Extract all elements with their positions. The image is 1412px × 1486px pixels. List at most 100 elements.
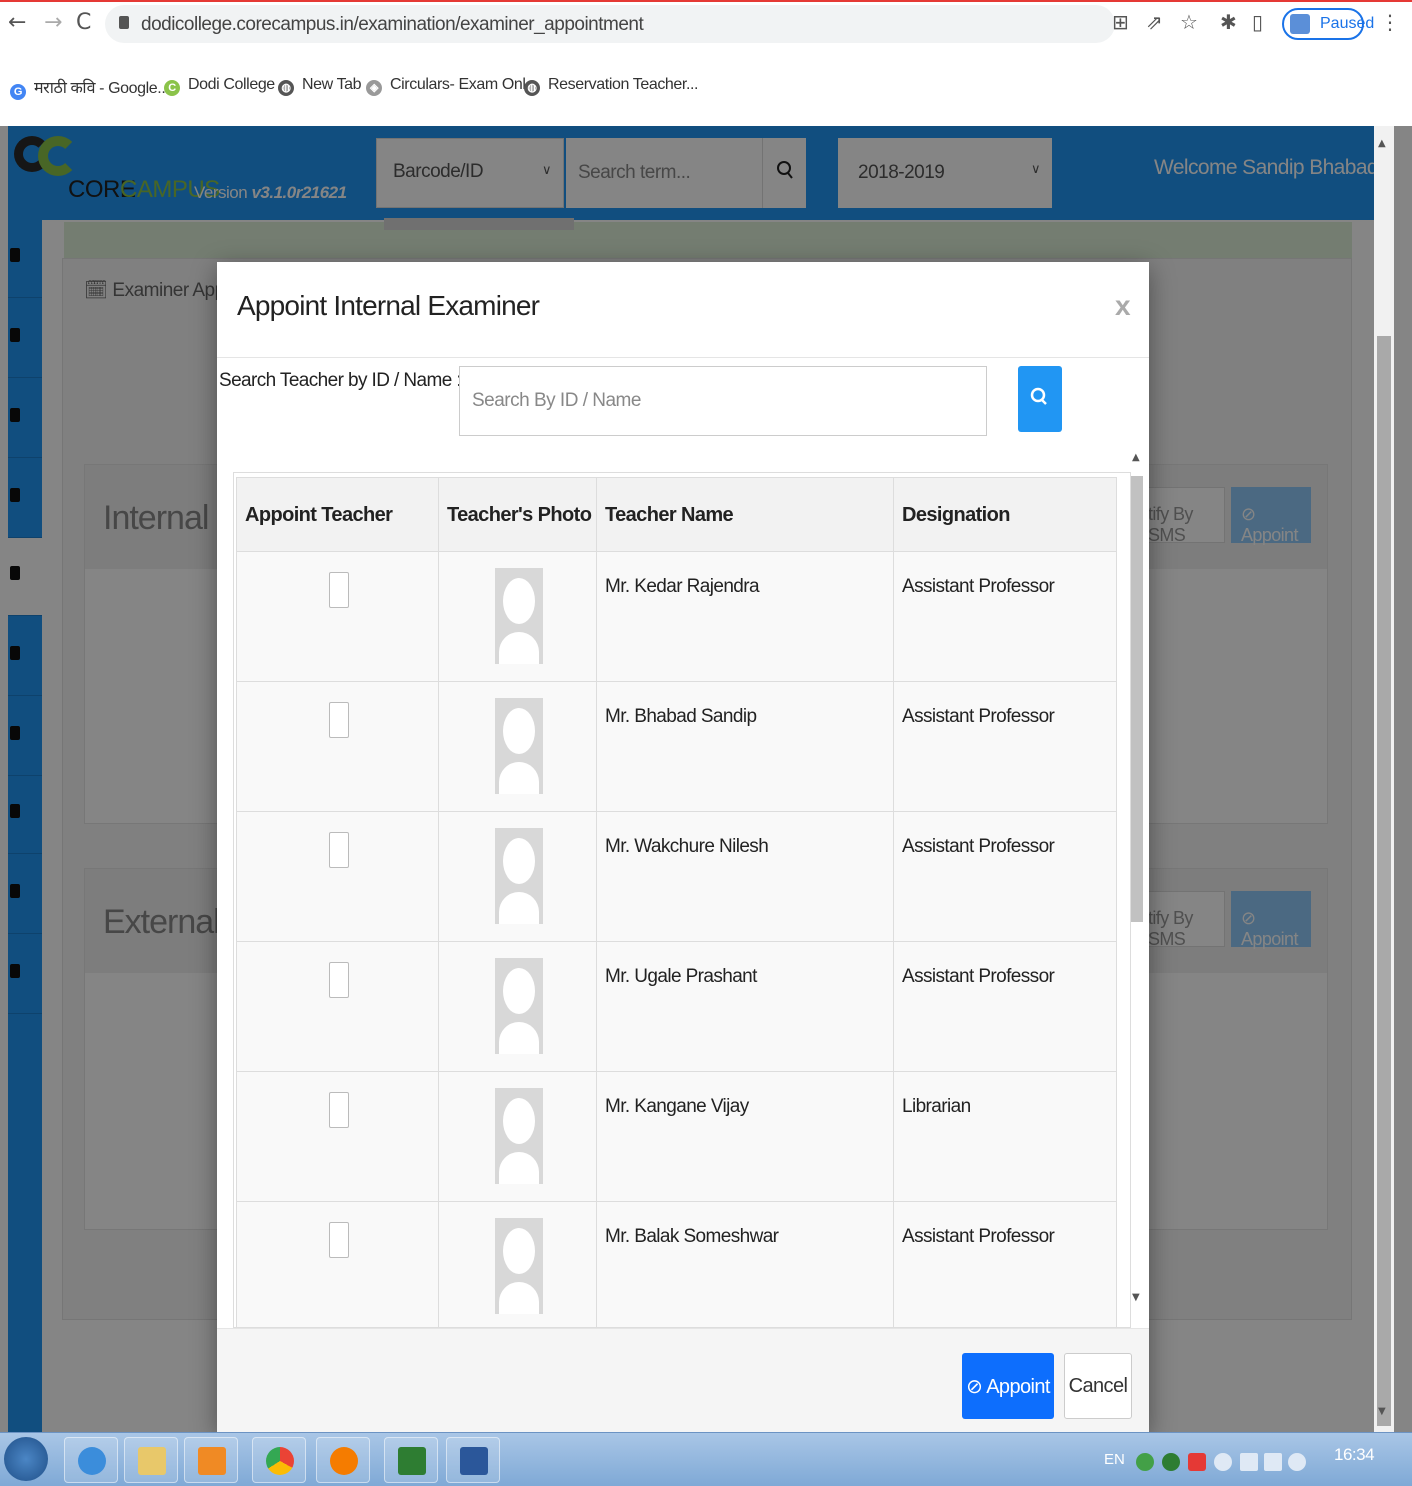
- bookmark-item[interactable]: C Dodi College: [164, 76, 275, 96]
- teacher-search-button[interactable]: [1018, 366, 1062, 432]
- close-icon[interactable]: x: [1115, 290, 1131, 322]
- back-icon[interactable]: ←: [8, 10, 26, 35]
- column-header: Designation: [893, 477, 1117, 552]
- appoint-cell: [236, 681, 439, 812]
- star-icon[interactable]: ☆: [1180, 10, 1198, 34]
- forward-icon[interactable]: →: [44, 10, 62, 35]
- teacher-photo: [495, 568, 543, 664]
- url-text: dodicollege.corecampus.in/examination/ex…: [141, 14, 644, 35]
- appoint-checkbox[interactable]: [329, 1092, 349, 1128]
- profile-paused-button[interactable]: Paused: [1282, 8, 1374, 40]
- photo-cell: [438, 1201, 597, 1327]
- globe-icon: ◍: [524, 80, 540, 96]
- modal-scroll-thumb[interactable]: [1131, 476, 1143, 922]
- taskbar-word[interactable]: [446, 1437, 500, 1483]
- appoint-cell: [236, 941, 439, 1072]
- table-row: Mr. Balak Someshwar Assistant Professor: [236, 1201, 1117, 1327]
- start-button[interactable]: [4, 1437, 48, 1481]
- appoint-button[interactable]: ⊘ Appoint: [962, 1353, 1054, 1419]
- appoint-checkbox[interactable]: [329, 572, 349, 608]
- taskbar-explorer[interactable]: [124, 1437, 178, 1483]
- language-indicator[interactable]: EN: [1104, 1451, 1125, 1468]
- teacher-search-input[interactable]: [459, 366, 987, 436]
- modal-footer: ⊘ Appoint Cancel: [217, 1328, 1149, 1432]
- teacher-table: Appoint Teacher Teacher's Photo Teacher …: [236, 477, 1117, 1327]
- modal-scrollbar[interactable]: ▲ ▼: [1129, 440, 1145, 1320]
- address-bar[interactable]: dodicollege.corecampus.in/examination/ex…: [105, 5, 1115, 43]
- table-header-row: Appoint Teacher Teacher's Photo Teacher …: [236, 477, 1117, 552]
- taskbar: EN 16:34: [0, 1432, 1412, 1486]
- extensions-icon[interactable]: ✱: [1220, 10, 1237, 34]
- scroll-up-icon[interactable]: ▲: [1378, 138, 1386, 149]
- page-scroll-thumb[interactable]: [1377, 336, 1391, 1426]
- teacher-designation: Assistant Professor: [893, 681, 1117, 812]
- clock[interactable]: 16:34: [1334, 1445, 1375, 1465]
- reload-icon[interactable]: C: [76, 10, 91, 35]
- scroll-down-icon[interactable]: ▼: [1132, 1292, 1140, 1303]
- appoint-checkbox[interactable]: [329, 1222, 349, 1258]
- table-row: Mr. Wakchure Nilesh Assistant Professor: [236, 811, 1117, 942]
- avatar: [1290, 14, 1310, 34]
- flag-icon[interactable]: [1240, 1453, 1258, 1471]
- chrome-icon: [266, 1447, 294, 1475]
- taskbar-chrome[interactable]: [252, 1437, 306, 1483]
- bookmark-item[interactable]: G मराठी कवि - Google...: [10, 76, 170, 100]
- teacher-designation: Assistant Professor: [893, 551, 1117, 682]
- media-player-icon: [198, 1447, 226, 1475]
- teacher-name: Mr. Balak Someshwar: [596, 1201, 894, 1327]
- tray-icon[interactable]: [1136, 1453, 1154, 1471]
- volume-icon[interactable]: [1288, 1453, 1306, 1471]
- ie-icon: [78, 1447, 106, 1475]
- teacher-name: Mr. Bhabad Sandip: [596, 681, 894, 812]
- appoint-checkbox[interactable]: [329, 702, 349, 738]
- translate-icon[interactable]: ⊞: [1112, 10, 1129, 34]
- appoint-cell: [236, 551, 439, 682]
- taskbar-firefox[interactable]: [316, 1437, 370, 1483]
- emblem-icon: ◈: [366, 80, 382, 96]
- bookmark-item[interactable]: ◍ New Tab: [278, 76, 362, 96]
- appoint-cell: [236, 811, 439, 942]
- word-icon: [460, 1447, 488, 1475]
- menu-icon[interactable]: ⋮: [1380, 10, 1400, 34]
- sidepanel-icon[interactable]: ▯: [1252, 10, 1263, 34]
- scroll-up-icon[interactable]: ▲: [1132, 452, 1140, 463]
- google-icon: G: [10, 84, 26, 100]
- column-header: Appoint Teacher: [236, 477, 439, 552]
- app-icon: [398, 1447, 426, 1475]
- teacher-photo: [495, 1218, 543, 1314]
- teacher-table-container: Appoint Teacher Teacher's Photo Teacher …: [233, 472, 1131, 1328]
- appoint-checkbox[interactable]: [329, 962, 349, 998]
- appoint-internal-examiner-modal: Appoint Internal Examiner x Search Teach…: [217, 262, 1149, 1432]
- page-scrollbar[interactable]: ▲ ▼: [1374, 126, 1394, 1432]
- browser-toolbar: ← → C dodicollege.corecampus.in/examinat…: [0, 0, 1412, 50]
- network-icon[interactable]: [1264, 1453, 1282, 1471]
- teacher-designation: Assistant Professor: [893, 1201, 1117, 1327]
- search-teacher-label: Search Teacher by ID / Name :: [219, 370, 462, 391]
- taskbar-media[interactable]: [184, 1437, 238, 1483]
- teacher-photo: [495, 1088, 543, 1184]
- lock-icon: [119, 16, 129, 29]
- bookmark-item[interactable]: ◍ Reservation Teacher...: [524, 76, 699, 96]
- teacher-name: Mr. Kedar Rajendra: [596, 551, 894, 682]
- photo-cell: [438, 811, 597, 942]
- globe-icon: ◍: [278, 80, 294, 96]
- teacher-designation: Assistant Professor: [893, 811, 1117, 942]
- appoint-cell: [236, 1071, 439, 1202]
- column-header: Teacher Name: [596, 477, 894, 552]
- tray-icon[interactable]: [1188, 1453, 1206, 1471]
- bookmark-item[interactable]: ◈ Circulars- Exam Onl...: [366, 76, 538, 96]
- share-icon[interactable]: ⇗: [1146, 10, 1163, 34]
- appoint-cell: [236, 1201, 439, 1327]
- scroll-down-icon[interactable]: ▼: [1378, 1406, 1386, 1417]
- teacher-name: Mr. Wakchure Nilesh: [596, 811, 894, 942]
- cancel-button[interactable]: Cancel: [1064, 1353, 1132, 1419]
- teacher-designation: Librarian: [893, 1071, 1117, 1202]
- tray-icon[interactable]: [1162, 1453, 1180, 1471]
- appoint-checkbox[interactable]: [329, 832, 349, 868]
- taskbar-app[interactable]: [384, 1437, 438, 1483]
- teacher-name: Mr. Kangane Vijay: [596, 1071, 894, 1202]
- folder-icon: [138, 1447, 166, 1475]
- modal-header: Appoint Internal Examiner x: [217, 262, 1149, 358]
- taskbar-ie[interactable]: [64, 1437, 118, 1483]
- tray-icon[interactable]: [1214, 1453, 1232, 1471]
